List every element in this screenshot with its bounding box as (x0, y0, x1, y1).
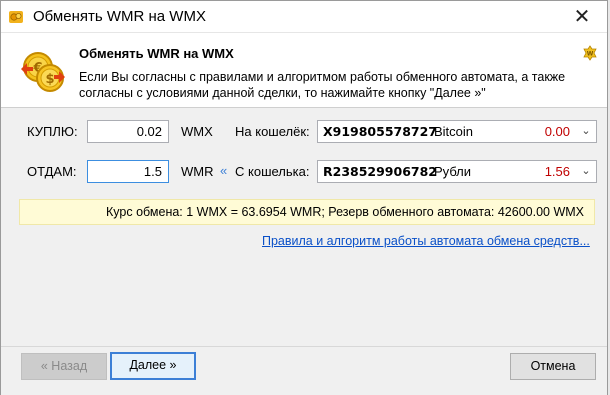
exchange-rate-text: Курс обмена: 1 WMX = 63.6954 WMR; Резерв… (106, 205, 584, 219)
close-button[interactable]: ✕ (567, 5, 597, 29)
to-wallet-balance: 0.00 (544, 124, 570, 139)
from-wallet-label: С кошелька: (235, 164, 310, 179)
to-wallet-name: Bitcoin (434, 124, 474, 139)
title-bar[interactable]: Обменять WMR на WMX ✕ (1, 1, 607, 32)
webmoney-keeper-icon (9, 11, 23, 23)
exchange-rate-bar: Курс обмена: 1 WMX = 63.6954 WMR; Резерв… (19, 199, 595, 225)
buy-currency: WMX (181, 124, 213, 139)
buy-label: КУПЛЮ: (27, 124, 78, 139)
to-wallet-select[interactable]: X919805578727 Bitcoin 0.00 ⌄ (317, 120, 597, 143)
exchange-dialog: Обменять WMR на WMX ✕ € $ Обменять WMR н… (0, 0, 608, 395)
to-wallet-label: На кошелёк: (235, 124, 310, 139)
rules-link[interactable]: Правила и алгоритм работы автомата обмен… (262, 234, 590, 248)
next-button[interactable]: Далее » (110, 352, 196, 380)
window-title: Обменять WMR на WMX (33, 8, 206, 25)
from-wallet-name: Рубли (434, 164, 472, 179)
direction-arrow-icon: « (220, 163, 228, 178)
svg-text:W: W (587, 51, 594, 58)
chevron-down-icon: ⌄ (581, 125, 591, 137)
cancel-button[interactable]: Отмена (510, 353, 596, 380)
dialog-footer: « Назад Далее » Отмена (1, 347, 607, 395)
chevron-down-icon: ⌄ (581, 165, 591, 177)
back-button[interactable]: « Назад (21, 353, 107, 380)
header-title: Обменять WMR на WMX (79, 46, 234, 61)
to-wallet-account: X919805578727 (323, 124, 438, 139)
webmoney-badge-icon: W (583, 45, 597, 61)
svg-text:$: $ (45, 72, 54, 87)
give-label: ОТДАМ: (27, 164, 77, 179)
from-wallet-account: R238529906782 (323, 164, 437, 179)
coins-exchange-icon: € $ (21, 52, 65, 92)
header-description: Если Вы согласны с правилами и алгоритмо… (79, 70, 566, 100)
from-wallet-select[interactable]: R238529906782 Рубли 1.56 ⌄ (317, 160, 597, 183)
give-currency: WMR (181, 164, 214, 179)
dialog-header: € $ Обменять WMR на WMX Если Вы согласны… (1, 32, 607, 107)
exchange-form: КУПЛЮ: 0.02 WMX На кошелёк: X91980557872… (1, 108, 607, 346)
from-wallet-balance: 1.56 (544, 164, 570, 179)
give-amount-input[interactable]: 1.5 (87, 160, 169, 183)
buy-amount-input[interactable]: 0.02 (87, 120, 169, 143)
